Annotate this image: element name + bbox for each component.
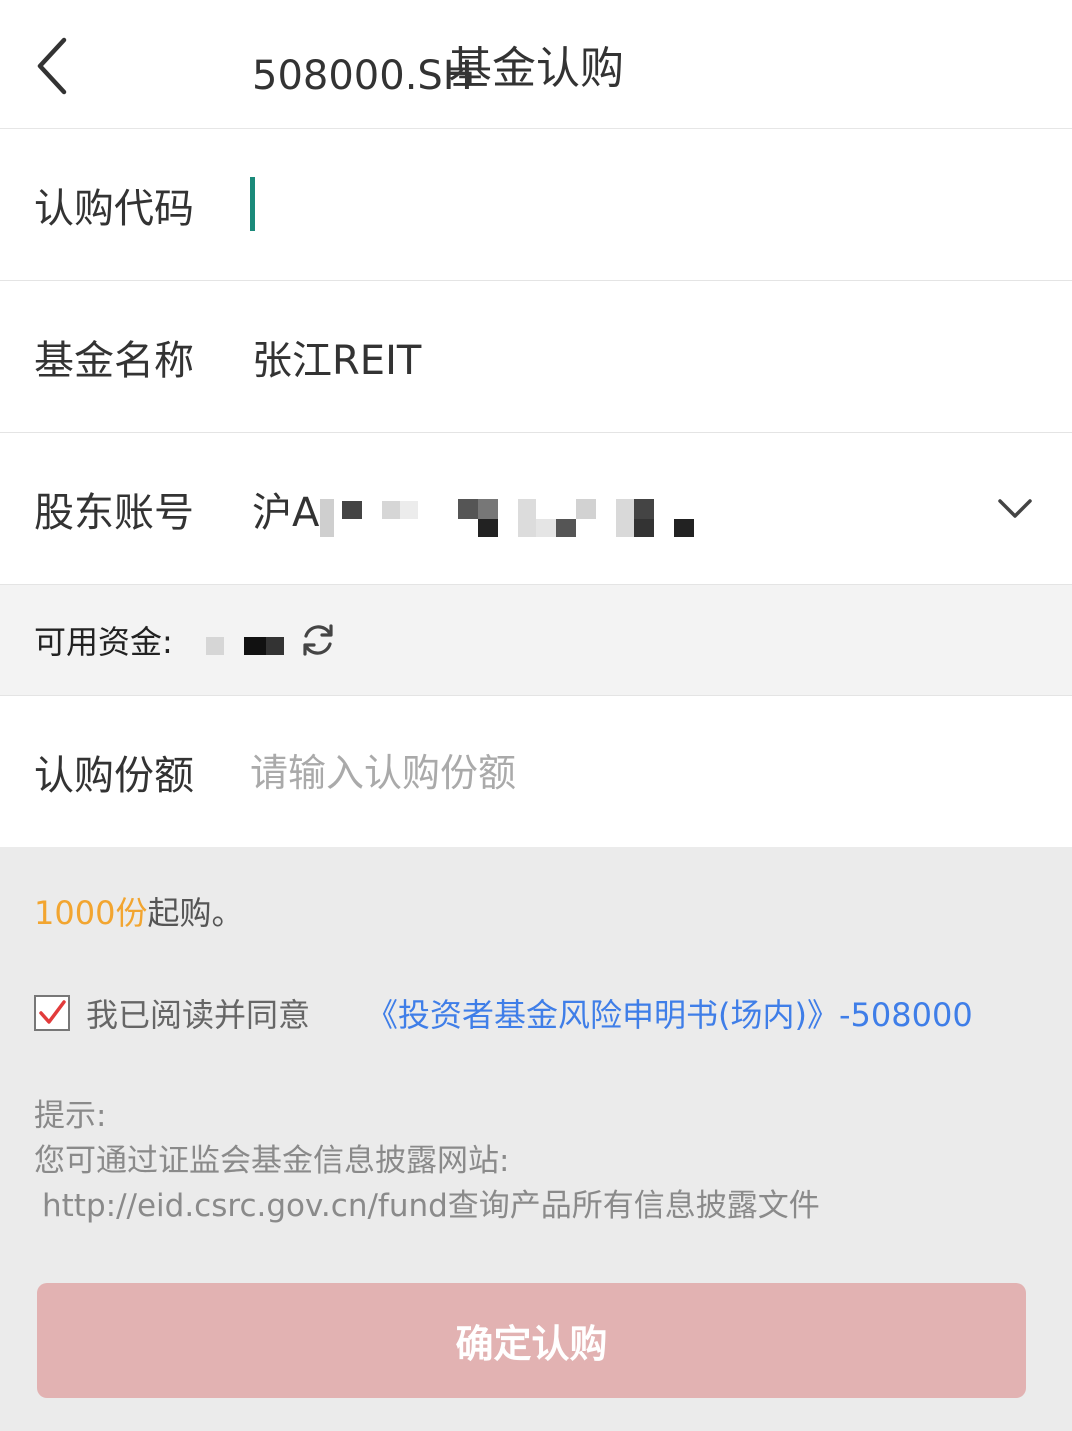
refresh-icon bbox=[303, 624, 333, 656]
account-prefix: 沪A bbox=[252, 489, 320, 536]
checkmark-icon bbox=[39, 1000, 66, 1024]
code-row: 认购代码 bbox=[0, 129, 1072, 281]
tips-title: 提示: bbox=[34, 1098, 107, 1134]
fund-name-row: 基金名称 张江REIT bbox=[0, 281, 1072, 433]
code-label: 认购代码 bbox=[34, 185, 194, 232]
back-arrow-icon bbox=[37, 37, 67, 95]
min-amount: 1000份 bbox=[34, 894, 148, 932]
account-label: 股东账号 bbox=[34, 489, 194, 536]
text-caret bbox=[250, 177, 255, 231]
tips-block: 提示: 您可通过证监会基金信息披露网站: http://eid.csrc.gov… bbox=[34, 1094, 820, 1229]
min-purchase-note: 1000份起购。 bbox=[34, 888, 243, 934]
fund-name-value: 张江REIT bbox=[252, 337, 422, 384]
agreement-row: 我已阅读并同意 bbox=[34, 990, 310, 1036]
agreement-link[interactable]: 《投资者基金风险申明书(场内)》-508000 bbox=[366, 990, 973, 1036]
agree-label: 我已阅读并同意 bbox=[86, 996, 311, 1034]
chevron-down-icon bbox=[998, 499, 1032, 518]
tips-line1: 您可通过证监会基金信息披露网站: bbox=[34, 1143, 510, 1179]
tips-line2: http://eid.csrc.gov.cn/fund查询产品所有信息披露文件 bbox=[42, 1188, 820, 1224]
available-funds-row: 可用资金: bbox=[0, 585, 1072, 696]
min-suffix: 起购。 bbox=[147, 894, 244, 932]
account-dropdown-button[interactable] bbox=[988, 467, 1042, 551]
back-button[interactable] bbox=[22, 28, 82, 104]
agree-checkbox[interactable] bbox=[34, 995, 70, 1031]
account-value: 沪A bbox=[252, 433, 319, 584]
account-row[interactable]: 股东账号 沪A bbox=[0, 433, 1072, 585]
amount-input[interactable] bbox=[250, 736, 1030, 810]
refresh-button[interactable] bbox=[296, 618, 340, 662]
fund-name-label: 基金名称 bbox=[34, 337, 194, 384]
available-funds-label: 可用资金: bbox=[34, 623, 173, 661]
code-input[interactable] bbox=[250, 40, 1012, 112]
confirm-subscribe-button[interactable]: 确定认购 bbox=[37, 1283, 1026, 1398]
amount-label: 认购份额 bbox=[34, 752, 194, 799]
